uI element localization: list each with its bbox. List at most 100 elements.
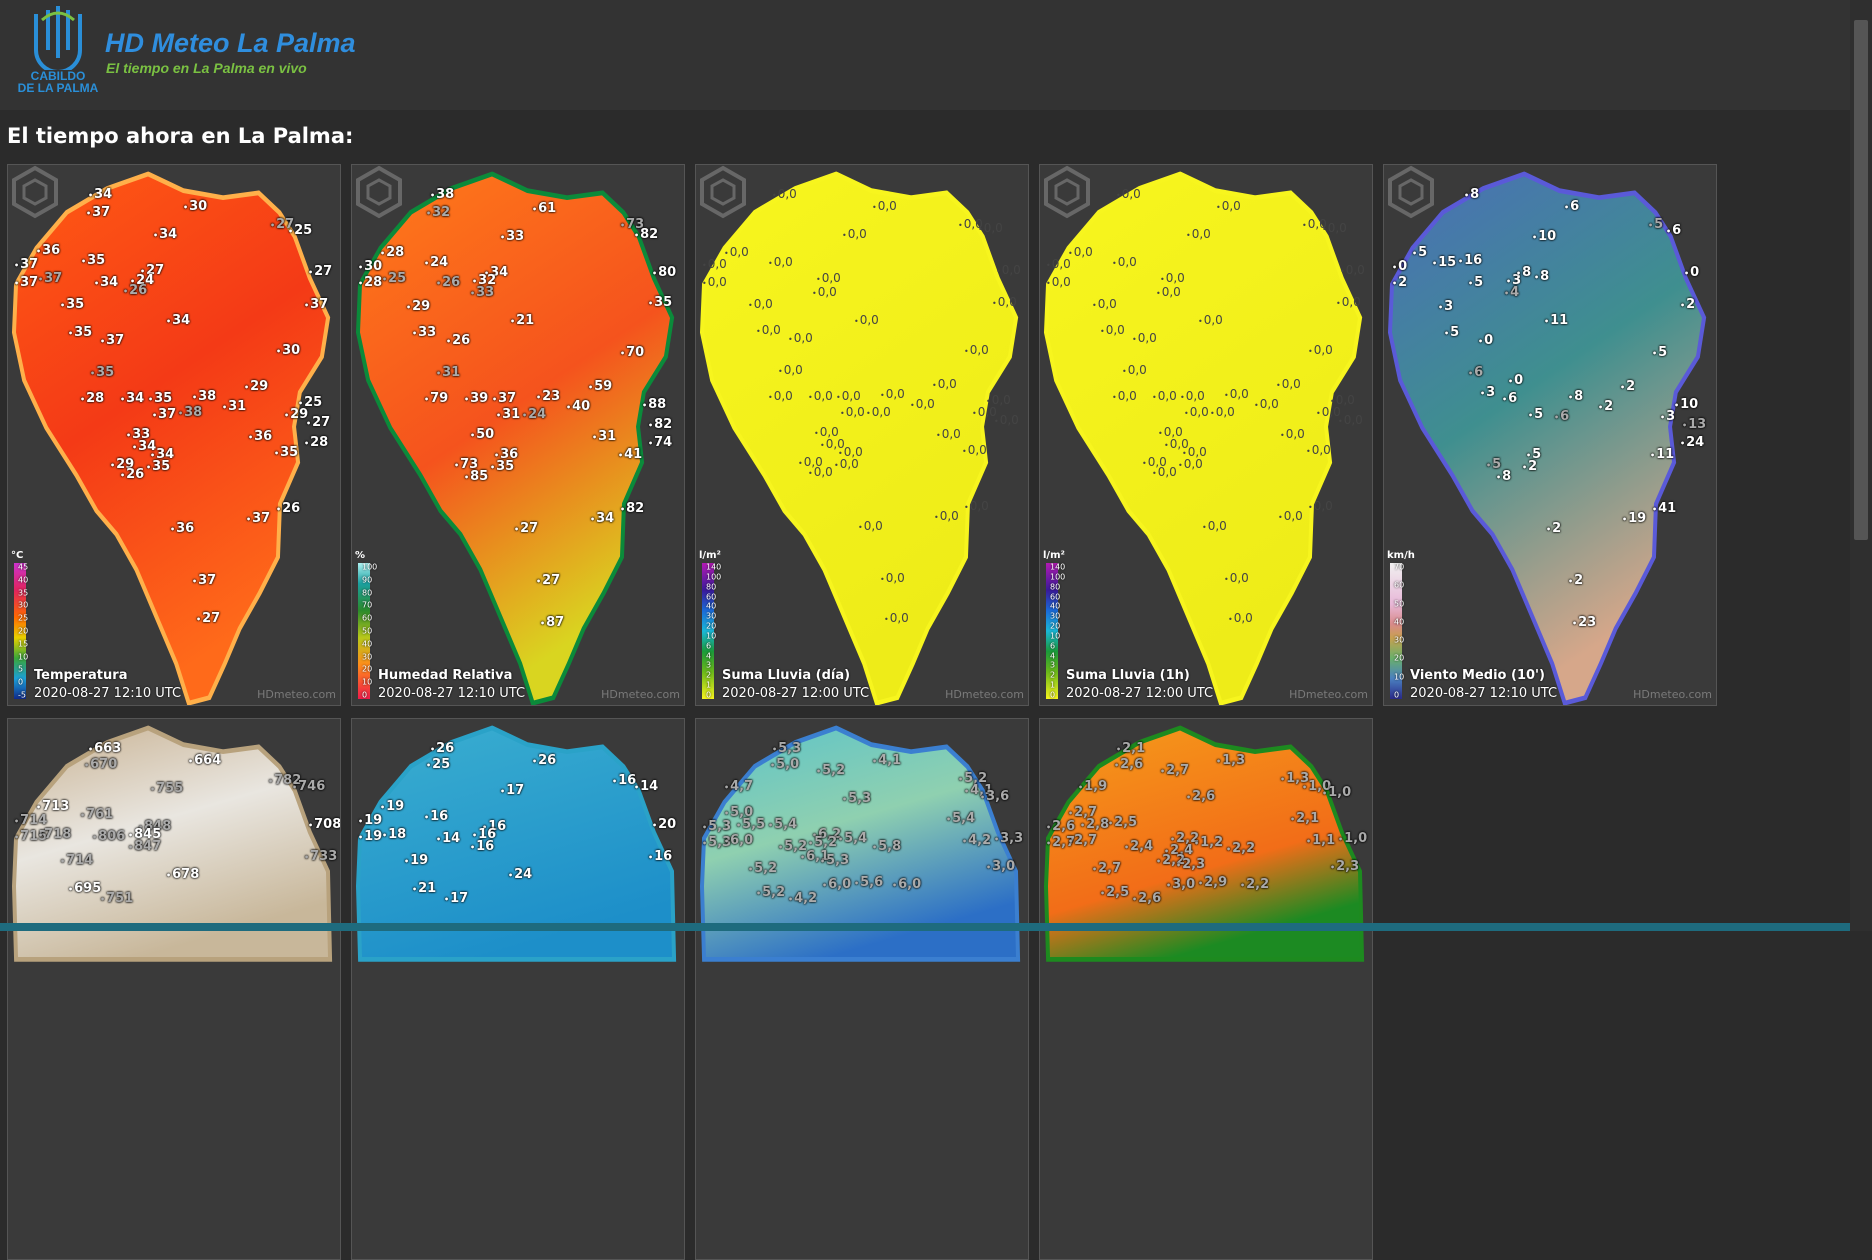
site-title[interactable]: HD Meteo La Palma [105,28,356,59]
station-value: 25 [382,271,406,286]
legend-tick-label: 50 [362,626,373,636]
station-value: 16 [612,773,636,788]
station-value: 0,0 [858,519,883,533]
station-value: 5 [1468,275,1483,290]
station-value: 733 [304,849,337,864]
legend-tick-label: 0 [362,690,368,700]
station-value: 82 [620,501,644,516]
weather-map-panel[interactable]: km/h 70 60 50 40 30 20 10 0 Viento Medio (10') 202… [1383,164,1717,706]
station-value: 0,0 [994,413,1019,427]
station-value: 35 [81,253,105,268]
station-value: 21 [412,881,436,896]
station-value: 6,0 [892,877,921,892]
station-value: 30 [276,343,300,358]
station-value: 0,0 [1116,187,1141,201]
station-value: 0,0 [1068,245,1093,259]
station-value: 34 [94,275,118,290]
weather-map-panel[interactable]: 6636706647557827467137147617088487157188… [7,718,341,1260]
station-value: 0,0 [1152,465,1177,479]
station-value: 16 [1458,253,1482,268]
station-value: 0,0 [1132,331,1157,345]
station-value: 82 [648,417,672,432]
station-value: 5,6 [854,875,883,890]
station-value: 8 [1516,265,1531,280]
scrollbar-thumb[interactable] [1854,20,1868,540]
station-value: 3,0 [986,859,1015,874]
cabildo-logo[interactable]: CABILDO DE LA PALMA [12,6,104,98]
station-value: 0,0 [724,245,749,259]
weather-map-panel[interactable]: % 100 90 80 70 60 50 40 30 20 10 0 Humedad Relativa 2… [351,164,685,706]
station-value: 3 [1480,385,1495,400]
station-value: 31 [436,365,460,380]
station-value: 26 [120,467,144,482]
page-scrollbar[interactable] [1850,0,1872,931]
station-value: 35 [648,295,672,310]
station-value: 24 [1680,435,1704,450]
station-value: 20 [652,817,676,832]
station-value: 27 [536,573,560,588]
legend-tick-label: -5 [18,690,26,700]
station-value: 2,2 [1240,877,1269,892]
station-value: 5 [1652,345,1667,360]
legend-unit: % [355,550,366,561]
legend-tick-label: 10 [362,677,373,687]
station-value: 59 [588,379,612,394]
legend-tick-label: 80 [362,588,373,598]
station-value: 35 [68,325,92,340]
station-value: 3,0 [1166,877,1195,892]
station-value: 0,0 [936,427,961,441]
station-value: 0,0 [1112,255,1137,269]
station-value: 28 [80,391,104,406]
station-value: 80 [652,265,676,280]
legend-tick-label: 1 [1050,680,1056,690]
legend-tick-label: 4 [1050,651,1056,661]
weather-map-panel[interactable]: l/m² 140 100 80 60 40 30 20 10 6 4 3 2 1 0 Suma Lluvia … [1039,164,1373,706]
station-value: 87 [540,615,564,630]
map-timestamp: 2020-08-27 12:10 UTC [34,686,182,701]
weather-map-panel[interactable]: °C 45 40 35 30 25 20 15 10 5 0 -5 Temperatura 2020-08… [7,164,341,706]
station-value: 2 [1598,399,1613,414]
station-value: 2,5 [1100,885,1129,900]
station-value: 33 [500,229,524,244]
legend-tick-label: 90 [362,575,373,585]
station-value: 28 [304,435,328,450]
legend-tick-label: 40 [1394,617,1405,627]
station-value: 14 [436,831,460,846]
station-value: 2,3 [1330,859,1359,874]
station-value: 6 [1468,365,1483,380]
station-value: 0,0 [748,297,773,311]
station-value: 4,7 [724,779,753,794]
station-value: 30 [358,259,382,274]
weather-map-panel[interactable]: 5,35,04,15,25,24,13,64,75,35,05,35,55,45… [695,718,1029,1260]
weather-map-panel[interactable]: 2,12,62,71,31,31,01,01,92,62,72,12,62,82… [1039,718,1373,1260]
station-value: 0,0 [1228,611,1253,625]
map-title: Temperatura [34,668,128,683]
station-value: 27 [514,521,538,536]
station-value: 2,7 [1068,833,1097,848]
hdmeteo-watermark-icon [700,165,746,219]
station-value: 37 [100,333,124,348]
station-value: 0,0 [1340,263,1365,277]
station-value: 37 [152,407,176,422]
station-value: 2,3 [1176,857,1205,872]
station-value: 2,6 [1046,819,1075,834]
station-value: 746 [292,779,325,794]
legend-tick-label: 20 [18,626,29,636]
station-value: 26 [532,753,556,768]
legend-tick-label: 0 [706,690,712,700]
weather-map-panel[interactable]: l/m² 140 100 80 60 40 30 20 10 6 4 3 2 1 0 Suma Lluvia … [695,164,1029,706]
station-value: 0,0 [1216,199,1241,213]
legend-tick-label: 4 [706,651,712,661]
station-value: 5,4 [838,831,867,846]
station-value: 23 [536,389,560,404]
weather-map-panel[interactable]: 2625261614171916192016181914161616192421… [351,718,685,1260]
station-value: 36 [248,429,272,444]
station-value: 2 [1522,459,1537,474]
legend-tick-label: 20 [706,621,717,631]
legend-unit: °C [11,550,24,561]
legend-tick-label: 40 [362,639,373,649]
legend-tick-label: 45 [18,562,29,572]
station-value: 0,0 [880,571,905,585]
legend-tick-label: 6 [706,641,712,651]
station-value: 41 [1652,501,1676,516]
